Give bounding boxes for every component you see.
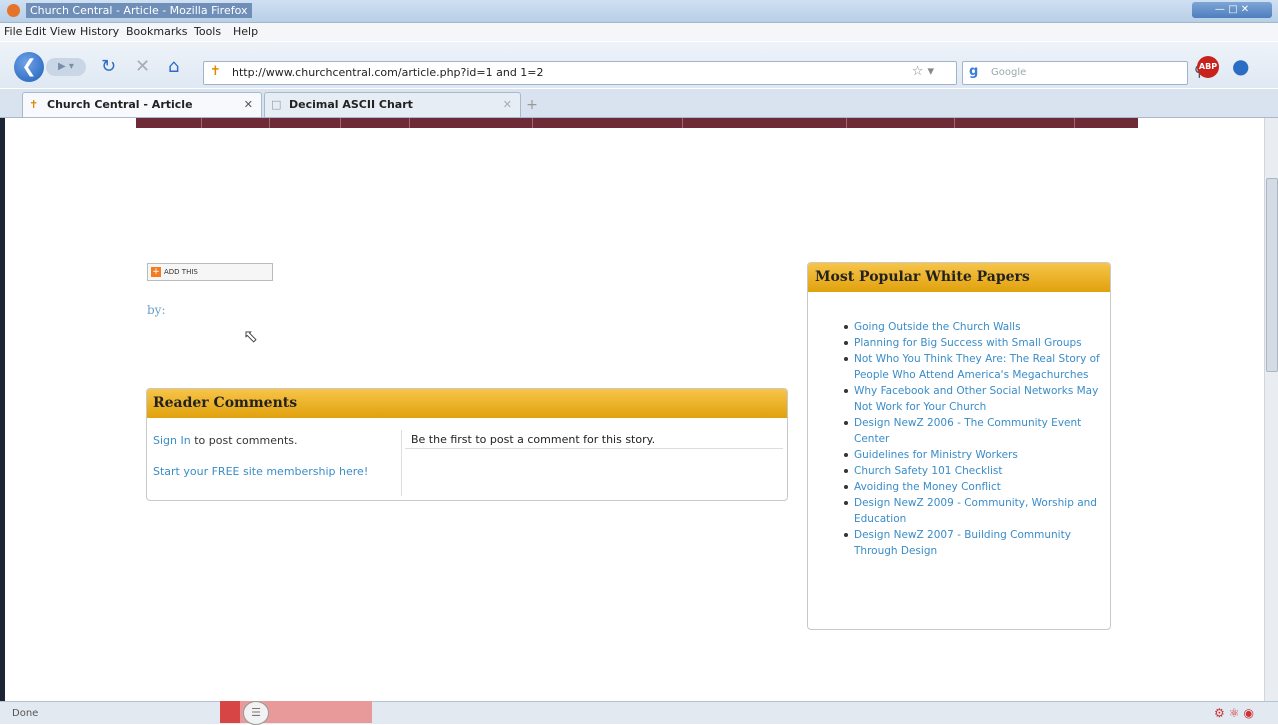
addthis-button[interactable]: + ADD THIS [147,263,273,281]
menu-help[interactable]: Help [233,25,258,38]
tab-close-icon[interactable]: ✕ [244,93,253,117]
plus-icon: + [151,267,161,277]
comments-sign-in-cell: Sign In to post comments. Start your FRE… [149,430,402,496]
status-text: Done [12,708,39,719]
reload-icon[interactable]: ↻ [101,56,116,77]
stop-icon[interactable]: ✕ [135,56,150,77]
white-paper-link[interactable]: Planning for Big Success with Small Grou… [830,335,1102,351]
scrollbar-thumb[interactable] [1266,178,1278,372]
comments-heading: Reader Comments [147,389,787,418]
tab-ascii-chart[interactable]: □ Decimal ASCII Chart ✕ [264,92,521,117]
tab-church-central[interactable]: ✝ Church Central - Article ✕ [22,92,262,117]
address-bar[interactable]: ✝ http://www.churchcentral.com/article.p… [203,61,957,85]
white-paper-link[interactable]: Guidelines for Ministry Workers [830,447,1102,463]
sign-in-suffix: to post comments. [190,434,298,447]
search-box[interactable]: g Google ⚲ [962,61,1205,85]
menu-history[interactable]: History [80,25,119,38]
article-byline: by: [147,303,166,317]
status-tray-icons[interactable]: ⚙⚛◉ [1214,706,1258,720]
sign-in-link[interactable]: Sign In [153,434,191,447]
tab-page-icon: □ [271,98,282,111]
addthis-label: ADD THIS [164,268,198,276]
white-paper-link[interactable]: Not Who You Think They Are: The Real Sto… [830,351,1102,383]
membership-link[interactable]: Start your FREE site membership here! [153,464,389,479]
adblock-icon[interactable]: ABP [1197,56,1219,78]
white-paper-link[interactable]: Design NewZ 2006 - The Community Event C… [830,415,1102,447]
tab-favicon-icon: ✝ [29,98,39,111]
window-controls[interactable]: — □ ✕ [1192,2,1272,18]
white-paper-link[interactable]: Church Safety 101 Checklist [830,463,1102,479]
menu-edit[interactable]: Edit [25,25,46,38]
window-titlebar: Church Central - Article - Mozilla Firef… [0,0,1278,23]
back-button[interactable]: ❮ [14,52,44,82]
white-papers-box: Most Popular White Papers Going Outside … [807,262,1111,630]
comments-empty-cell: Be the first to post a comment for this … [405,430,783,449]
home-icon[interactable]: ⌂ [168,56,179,77]
recording-handle-icon[interactable]: ☰ [243,701,269,725]
white-paper-link[interactable]: Design NewZ 2007 - Building Community Th… [830,527,1102,559]
google-icon[interactable]: g [969,64,978,79]
tab-label: Church Central - Article [47,98,193,111]
tab-bar: ✝ Church Central - Article ✕ □ Decimal ASC… [0,89,1278,118]
tab-close-icon[interactable]: ✕ [503,93,512,117]
page-viewport: + ADD THIS by: ⬁ Reader Comments Sign In … [0,118,1264,701]
white-papers-list: Going Outside the Church Walls Planning … [830,319,1102,559]
firefox-icon [7,4,20,17]
navigation-toolbar: ❮ ▶ ▾ ↻ ✕ ⌂ ✝ http://www.churchcentral.c… [0,42,1278,88]
skype-icon[interactable]: ● [1232,54,1249,78]
tab-label: Decimal ASCII Chart [289,98,413,111]
white-papers-heading: Most Popular White Papers [808,263,1110,292]
site-favicon-icon: ✝ [210,64,221,79]
window-left-edge [0,118,5,701]
bookmark-star-icon[interactable]: ☆ ▾ [912,64,934,79]
menu-bar: File Edit View History Bookmarks Tools H… [0,23,1278,41]
menu-view[interactable]: View [50,25,76,38]
white-paper-link[interactable]: Avoiding the Money Conflict [830,479,1102,495]
menu-bookmarks[interactable]: Bookmarks [126,25,187,38]
new-tab-button[interactable]: + [521,96,543,114]
sign-in-text: Sign In to post comments. [153,434,298,447]
reader-comments-box: Reader Comments Sign In to post comments… [146,388,788,501]
forward-button[interactable]: ▶ ▾ [46,58,86,76]
mouse-cursor-icon: ⬁ [243,326,259,347]
white-paper-link[interactable]: Design NewZ 2009 - Community, Worship an… [830,495,1102,527]
address-url[interactable]: http://www.churchcentral.com/article.php… [232,66,544,79]
menu-file[interactable]: File [4,25,22,38]
window-title: Church Central - Article - Mozilla Firef… [26,3,252,18]
site-navigation-bar[interactable] [136,118,1138,128]
comments-empty-message: Be the first to post a comment for this … [411,433,656,446]
status-progress-overlay-dark [220,701,240,723]
white-paper-link[interactable]: Going Outside the Church Walls [830,319,1102,335]
search-placeholder: Google [991,67,1027,78]
status-bar: Done ⚙⚛◉ [0,701,1278,724]
menu-tools[interactable]: Tools [194,25,221,38]
white-paper-link[interactable]: Why Facebook and Other Social Networks M… [830,383,1102,415]
